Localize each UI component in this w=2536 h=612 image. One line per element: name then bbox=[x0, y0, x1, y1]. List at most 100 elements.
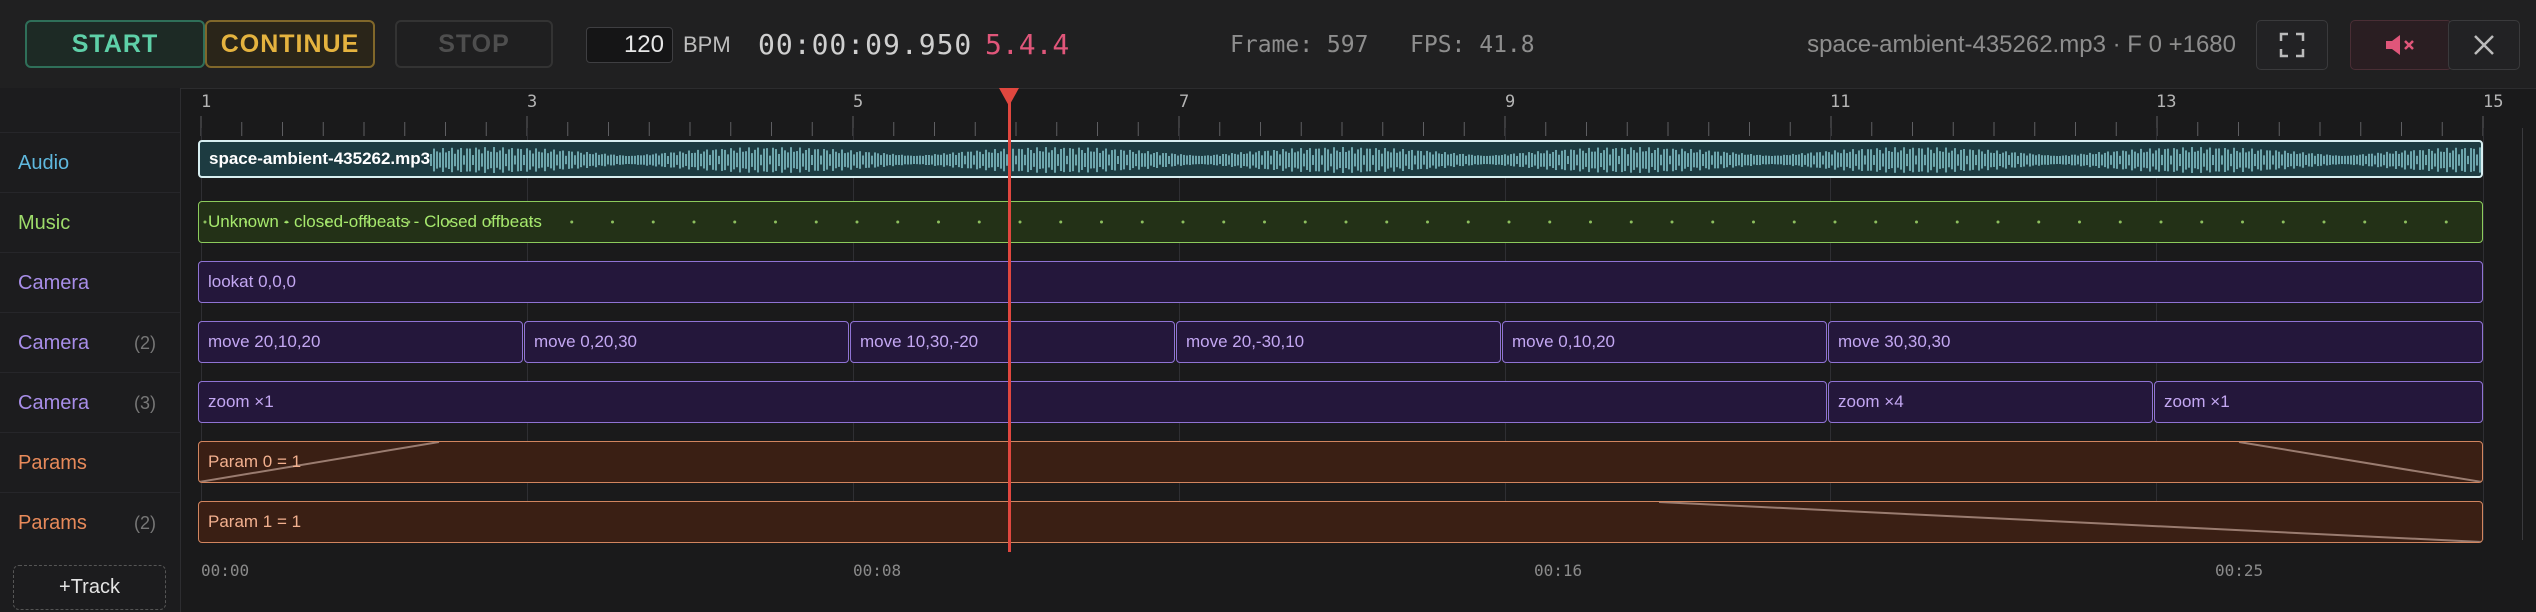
waveform-bar bbox=[1951, 150, 1953, 170]
waveform-bar bbox=[2218, 148, 2220, 172]
waveform-bar bbox=[742, 151, 744, 169]
track-label-audio[interactable]: Audio bbox=[18, 133, 69, 193]
waveform-bar bbox=[610, 154, 612, 166]
waveform-bar bbox=[2056, 155, 2058, 165]
camera-zoom-clip[interactable]: zoom ×1 bbox=[2154, 381, 2483, 423]
waveform-bar bbox=[781, 147, 783, 173]
beat-marker bbox=[1589, 220, 1592, 224]
track-label-camera[interactable]: Camera bbox=[18, 253, 89, 313]
track-label-music[interactable]: Music bbox=[18, 193, 70, 253]
clip-label: move 30,30,30 bbox=[1838, 332, 1951, 351]
waveform-bar bbox=[817, 149, 819, 171]
param-clip[interactable]: Param 1 = 1 bbox=[198, 501, 2483, 543]
waveform-bar bbox=[2266, 150, 2268, 170]
waveform-bar bbox=[2368, 153, 2370, 167]
playhead[interactable] bbox=[1008, 96, 1011, 552]
waveform-bar bbox=[1093, 151, 1095, 169]
camera-move-clip[interactable]: move 0,20,30 bbox=[524, 321, 849, 363]
waveform-bar bbox=[832, 149, 834, 171]
add-track-button[interactable]: +Track bbox=[13, 565, 166, 610]
waveform-bar bbox=[1750, 153, 1752, 167]
bpm-input[interactable]: 120 bbox=[586, 27, 673, 63]
waveform-bar bbox=[1975, 154, 1977, 166]
waveform-bar bbox=[1636, 152, 1638, 168]
camera-move-clip[interactable]: move 20,10,20 bbox=[198, 321, 523, 363]
waveform-bar bbox=[1669, 155, 1671, 165]
waveform-bar bbox=[2161, 154, 2163, 166]
close-button[interactable] bbox=[2448, 20, 2520, 70]
track-label-params[interactable]: Params bbox=[18, 433, 87, 493]
track-label-params-2[interactable]: Params bbox=[18, 493, 87, 553]
track-label-camera-2[interactable]: Camera bbox=[18, 313, 89, 373]
waveform-bar bbox=[1327, 149, 1329, 171]
waveform-bar bbox=[1087, 147, 1089, 173]
waveform-bar bbox=[2395, 151, 2397, 169]
waveform-bar bbox=[640, 155, 642, 165]
waveform-bar bbox=[1210, 155, 1212, 165]
time-marker: 00:08 bbox=[853, 561, 902, 580]
waveform-bar bbox=[1633, 150, 1635, 170]
waveform-bar bbox=[2299, 153, 2301, 167]
waveform-bar bbox=[964, 155, 966, 165]
waveform-bar bbox=[2290, 153, 2292, 167]
timeline[interactable]: 1 3 5 7 9 11 13 15 space-ambient-435262.… bbox=[180, 88, 2536, 612]
waveform-bar bbox=[961, 151, 963, 169]
waveform-bar bbox=[2113, 151, 2115, 169]
waveform-bar bbox=[2269, 150, 2271, 170]
camera-move-clip[interactable]: move 30,30,30 bbox=[1828, 321, 2483, 363]
fullscreen-button[interactable] bbox=[2256, 20, 2328, 70]
camera-zoom-clip[interactable]: zoom ×1 bbox=[198, 381, 1827, 423]
waveform-bar bbox=[2302, 152, 2304, 168]
waveform-bar bbox=[1585, 153, 1587, 167]
beat-marker bbox=[1018, 220, 1022, 224]
stop-button[interactable]: STOP bbox=[395, 20, 553, 68]
camera-move-clip[interactable]: move 20,-30,10 bbox=[1176, 321, 1501, 363]
waveform-bar bbox=[2131, 149, 2133, 171]
mute-button[interactable] bbox=[2350, 20, 2452, 70]
waveform-bar bbox=[1060, 148, 1062, 172]
waveform-bar bbox=[475, 147, 477, 173]
waveform-bar bbox=[1288, 152, 1290, 168]
audio-clip[interactable]: space-ambient-435262.mp3 bbox=[198, 140, 2483, 178]
waveform-bar bbox=[700, 153, 702, 167]
waveform-bar bbox=[1765, 155, 1767, 165]
waveform-bar bbox=[2176, 149, 2178, 171]
camera-zoom-clip[interactable]: zoom ×4 bbox=[1828, 381, 2153, 423]
camera-move-clip[interactable]: move 10,30,-20 bbox=[850, 321, 1175, 363]
beat-marker bbox=[1548, 220, 1552, 224]
waveform-bar bbox=[2308, 153, 2310, 167]
waveform-bar bbox=[712, 150, 714, 170]
waveform-bar bbox=[886, 154, 888, 166]
waveform-bar bbox=[1303, 153, 1305, 167]
start-button[interactable]: START bbox=[25, 20, 205, 68]
music-clip[interactable]: Unknown - closed-offbeats - Closed offbe… bbox=[198, 201, 2483, 243]
waveform-bar bbox=[2347, 155, 2349, 165]
camera-move-clip[interactable]: move 0,10,20 bbox=[1502, 321, 1827, 363]
waveform-bar bbox=[1021, 149, 1023, 171]
waveform-bar bbox=[2200, 147, 2202, 173]
waveform-bar bbox=[2026, 155, 2028, 165]
waveform-bar bbox=[1699, 149, 1701, 171]
waveform-bar bbox=[1294, 152, 1296, 168]
waveform-bar bbox=[1870, 149, 1872, 171]
camera-clip[interactable]: lookat 0,0,0 bbox=[198, 261, 2483, 303]
track-label-camera-3[interactable]: Camera bbox=[18, 373, 89, 433]
waveform-bar bbox=[1012, 148, 1014, 172]
waveform-bar bbox=[1762, 155, 1764, 165]
waveform-bar bbox=[1615, 148, 1617, 172]
waveform-bar bbox=[2338, 155, 2340, 165]
waveform-bar bbox=[1858, 150, 1860, 170]
waveform-bar bbox=[2209, 147, 2211, 173]
param-clip[interactable]: Param 0 = 1 bbox=[198, 441, 2483, 483]
waveform-bar bbox=[1942, 151, 1944, 169]
continue-button[interactable]: CONTINUE bbox=[205, 20, 375, 68]
waveform-bar bbox=[1132, 151, 1134, 169]
waveform-bar bbox=[2071, 154, 2073, 166]
waveform-bar bbox=[844, 153, 846, 167]
waveform-bar bbox=[514, 155, 516, 165]
waveform-bar bbox=[1558, 154, 1560, 166]
waveform-bar bbox=[2359, 154, 2361, 166]
waveform-bar bbox=[883, 153, 885, 167]
clip-label: move 10,30,-20 bbox=[860, 332, 979, 351]
waveform-bar bbox=[1273, 150, 1275, 170]
